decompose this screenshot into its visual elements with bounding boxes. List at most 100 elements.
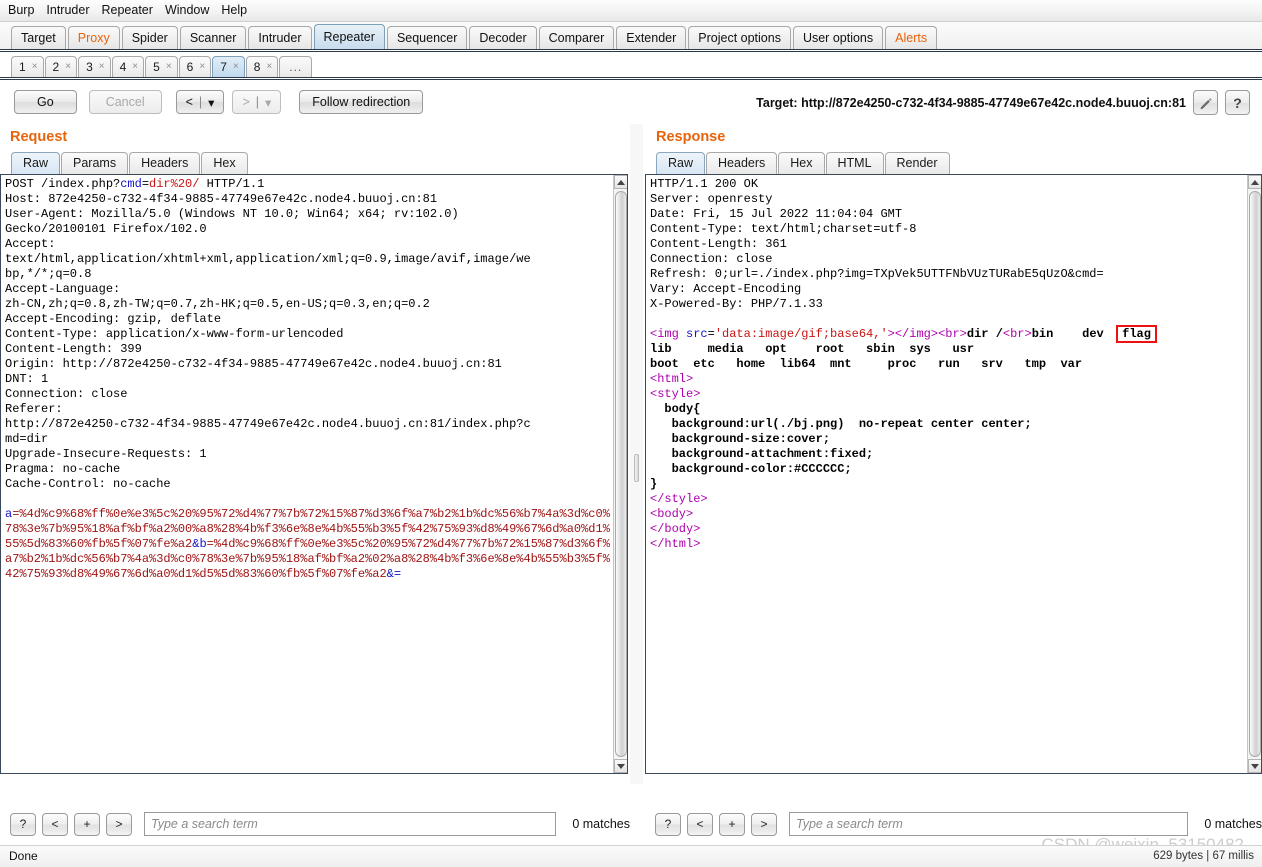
tab-spider[interactable]: Spider [121, 26, 178, 49]
pane-splitter[interactable] [630, 124, 643, 784]
repeater-tab-6[interactable]: 6 × [178, 56, 212, 77]
repeater-tab-3[interactable]: 3 × [78, 56, 111, 77]
response-search-input[interactable]: Type a search term [789, 812, 1189, 836]
triangle-up-icon [1251, 179, 1259, 185]
request-search-next-button[interactable]: > [106, 812, 132, 836]
scrollbar-thumb[interactable] [1249, 191, 1261, 757]
response-style-open: <style> [650, 387, 701, 401]
scroll-down-button[interactable] [614, 759, 627, 773]
go-button[interactable]: Go [14, 90, 77, 114]
scrollbar-thumb[interactable] [615, 191, 627, 757]
close-icon[interactable]: × [166, 57, 172, 77]
request-search-add-button[interactable]: + [74, 812, 100, 836]
cancel-button: Cancel [88, 90, 162, 114]
close-icon[interactable]: × [266, 57, 272, 77]
scroll-down-button[interactable] [1248, 759, 1261, 773]
tab-scanner[interactable]: Scanner [179, 26, 247, 49]
request-tab-hex[interactable]: Hex [201, 152, 248, 174]
menu-item-window[interactable]: Window [165, 1, 216, 20]
response-css-body-open: body{ [650, 402, 701, 416]
response-tab-html[interactable]: HTML [825, 152, 884, 174]
response-tab-headers[interactable]: Headers [706, 152, 778, 174]
tab-intruder[interactable]: Intruder [248, 26, 312, 49]
response-tab-raw[interactable]: Raw [656, 152, 706, 174]
tab-user-options[interactable]: User options [792, 26, 884, 49]
response-style-close: </style> [650, 492, 708, 506]
request-search-prev-button[interactable]: < [42, 812, 68, 836]
triangle-down-icon [1251, 763, 1259, 769]
repeater-tab-1[interactable]: 1 × [11, 56, 44, 77]
menu-item-burp[interactable]: Burp [8, 1, 41, 20]
tab-comparer[interactable]: Comparer [538, 26, 615, 49]
response-dir-dev: dev [1082, 327, 1104, 341]
close-icon[interactable]: × [233, 57, 239, 77]
repeater-tab-7[interactable]: 7 × [212, 56, 245, 77]
close-icon[interactable]: × [32, 57, 38, 77]
close-icon[interactable]: × [199, 57, 205, 77]
response-title: Response [656, 129, 726, 145]
response-body-open: <body> [650, 507, 694, 521]
response-search-next-button[interactable]: > [751, 812, 777, 836]
menu-item-intruder[interactable]: Intruder [46, 1, 96, 20]
response-css-background-attachment: background-attachment:fixed; [650, 447, 874, 461]
menu-item-help[interactable]: Help [221, 1, 254, 20]
close-icon[interactable]: × [99, 57, 105, 77]
tab-alerts[interactable]: Alerts [885, 26, 938, 49]
response-search-help-button[interactable]: ? [655, 812, 681, 836]
repeater-tab-4[interactable]: 4 × [111, 56, 145, 77]
status-text: Done [9, 849, 38, 863]
close-icon[interactable]: × [65, 57, 71, 77]
repeater-tab-label: 4 [119, 60, 127, 74]
response-css-background: background:url(./bj.png) no-repeat cente… [650, 417, 1032, 431]
request-tab-params[interactable]: Params [61, 152, 129, 174]
scroll-up-button[interactable] [614, 175, 627, 189]
repeater-tab-label: 3 [86, 60, 93, 74]
chevron-down-icon: ▾ [265, 95, 272, 110]
tab-decoder[interactable]: Decoder [469, 26, 537, 49]
repeater-tab-label: 2 [52, 60, 60, 74]
edit-target-button[interactable] [1193, 90, 1218, 115]
burp-suite-window: Burp Intruder Repeater Window Help Targe… [0, 0, 1262, 867]
request-tab-raw[interactable]: Raw [11, 152, 61, 174]
request-vertical-scrollbar[interactable] [613, 175, 627, 773]
repeater-tab-label: 7 [220, 60, 227, 74]
request-search-help-button[interactable]: ? [10, 812, 36, 836]
request-method-line: POST /index.php? [5, 177, 121, 191]
repeater-tab-2[interactable]: 2 × [44, 56, 78, 77]
repeater-toolbar: Go Cancel < | ▾ > | ▾ Follow redirection… [0, 80, 1262, 124]
splitter-grip[interactable] [634, 454, 639, 482]
request-title: Request [10, 129, 68, 145]
repeater-tab-label: 6 [186, 60, 194, 74]
response-tab-render[interactable]: Render [884, 152, 950, 174]
menu-item-repeater[interactable]: Repeater [102, 1, 160, 20]
chevron-down-icon[interactable]: ▾ [208, 95, 214, 110]
response-search-add-button[interactable]: + [719, 812, 745, 836]
scroll-up-button[interactable] [1248, 175, 1261, 189]
request-param-equals: = [141, 177, 150, 191]
response-tab-hex[interactable]: Hex [778, 152, 825, 174]
response-stats: 629 bytes | 67 millis [1153, 850, 1254, 862]
request-editor[interactable]: POST /index.php?cmd=dir%20/ HTTP/1.1 Hos… [1, 175, 613, 773]
back-button[interactable]: < | ▾ [175, 90, 225, 114]
help-button[interactable]: ? [1225, 90, 1250, 115]
tab-repeater[interactable]: Repeater [313, 24, 385, 49]
follow-redirection-button[interactable]: Follow redirection [299, 90, 424, 114]
response-editor[interactable]: HTTP/1.1 200 OK Server: openresty Date: … [646, 175, 1247, 773]
request-tab-headers[interactable]: Headers [129, 152, 201, 174]
tab-proxy[interactable]: Proxy [67, 26, 120, 49]
tab-extender[interactable]: Extender [616, 26, 687, 49]
tab-target[interactable]: Target [11, 26, 66, 49]
repeater-tab-overflow[interactable]: ... [279, 56, 313, 77]
close-icon[interactable]: × [132, 57, 138, 77]
repeater-tab-5[interactable]: 5 × [145, 56, 178, 77]
response-vertical-scrollbar[interactable] [1247, 175, 1261, 773]
tab-sequencer[interactable]: Sequencer [386, 26, 468, 49]
response-img-eq: = [707, 327, 715, 341]
request-search-input[interactable]: Type a search term [144, 812, 557, 836]
response-search-prev-button[interactable]: < [687, 812, 713, 836]
repeater-tab-bar: 1 × 2 × 3 × 4 × 5 × 6 × 7 × 8 × ... [0, 52, 1262, 77]
repeater-tab-8[interactable]: 8 × [245, 56, 279, 77]
tab-project-options[interactable]: Project options [688, 26, 791, 49]
